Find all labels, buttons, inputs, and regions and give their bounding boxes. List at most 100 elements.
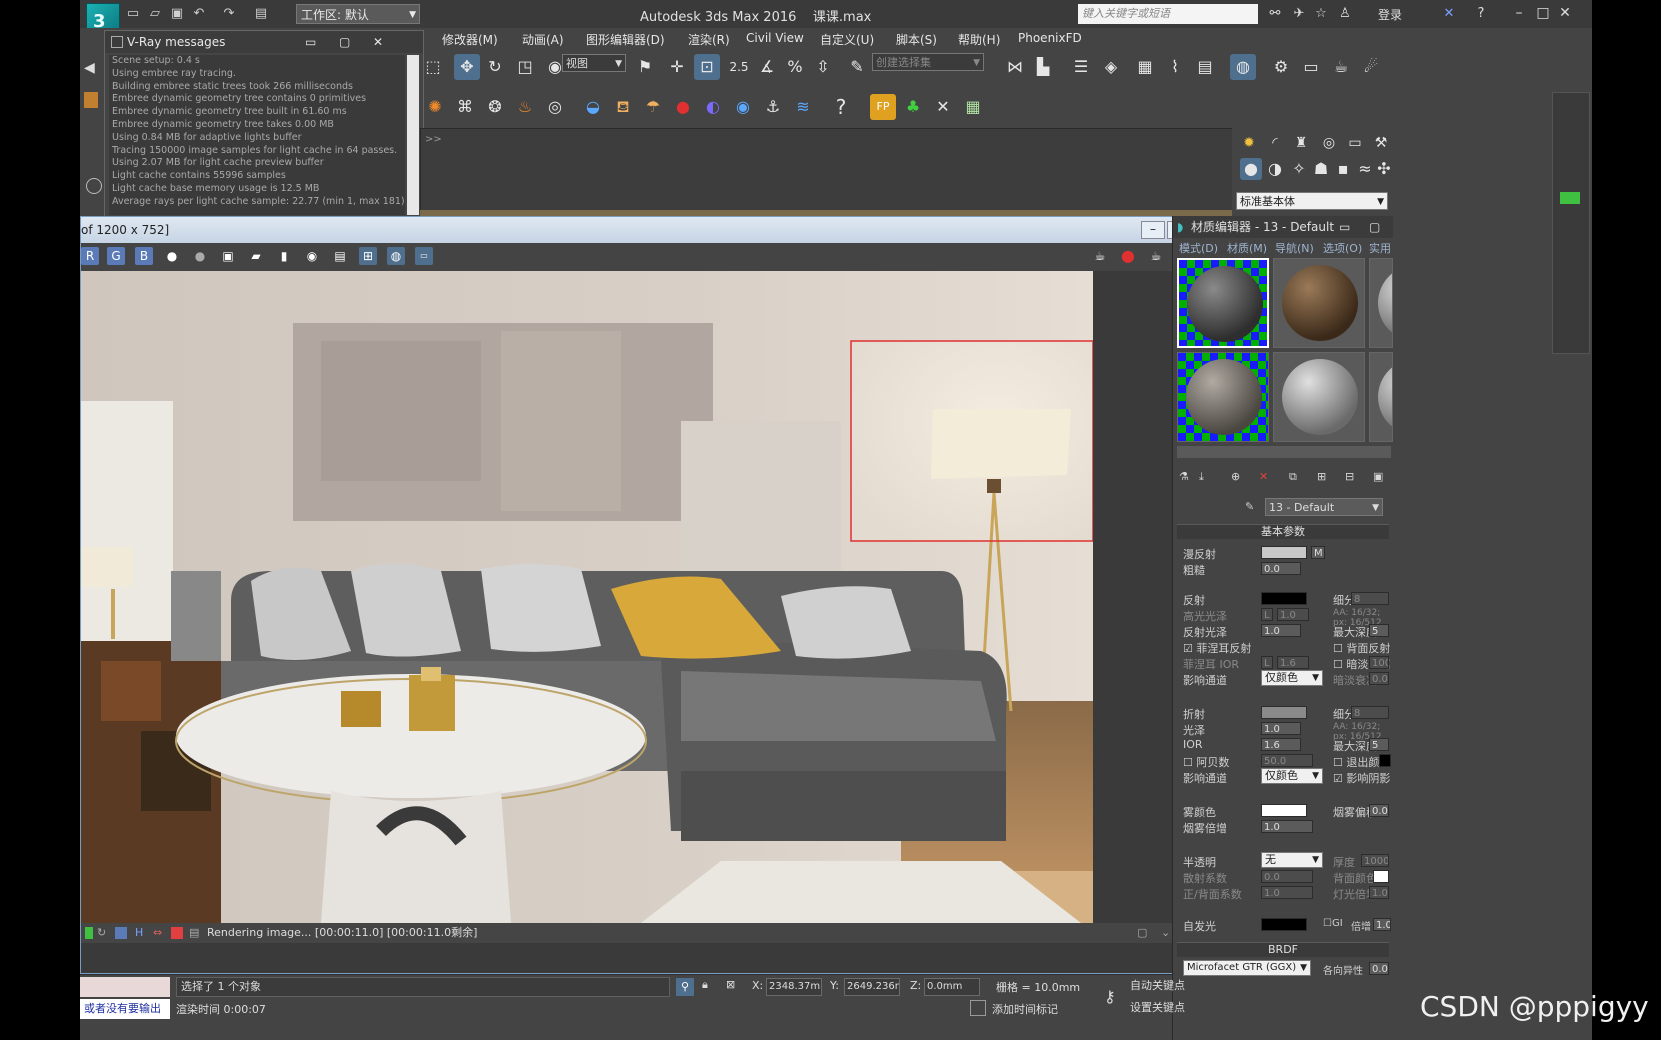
- fog-mult-field[interactable]: 1.0: [1261, 820, 1313, 833]
- brdf-type-dropdown[interactable]: Microfacet GTR (GGX) ▼: [1183, 960, 1311, 976]
- select-move-icon[interactable]: ✥: [454, 54, 480, 80]
- hierarchy-tab-icon[interactable]: ♜: [1288, 130, 1314, 156]
- menu-scripting[interactable]: 脚本(S): [896, 31, 937, 48]
- spinner-snap-icon[interactable]: ⇳: [810, 54, 836, 80]
- blue-channel-button[interactable]: B: [135, 247, 153, 265]
- menu-animation[interactable]: 动画(A): [522, 31, 564, 48]
- scatter-field[interactable]: 0.0: [1261, 870, 1313, 883]
- link-to-vfb-icon[interactable]: ◍: [387, 247, 405, 265]
- view-icon[interactable]: [115, 927, 127, 939]
- snap-toggle-icon[interactable]: 2.5: [726, 54, 752, 80]
- phoenix-fire-icon[interactable]: ✺: [422, 94, 448, 120]
- reflect-subdiv-field[interactable]: 8: [1351, 592, 1389, 605]
- material-slot[interactable]: [1369, 352, 1393, 442]
- login-link[interactable]: 登录: [1378, 6, 1402, 23]
- motion-tab-icon[interactable]: ◎: [1316, 130, 1342, 156]
- phoenix-foam-icon[interactable]: ◉: [730, 94, 756, 120]
- fresnel-lock-button[interactable]: L: [1261, 656, 1273, 669]
- redo-icon[interactable]: ↷: [220, 5, 238, 23]
- copy-material-icon[interactable]: ⧉: [1289, 470, 1297, 484]
- save-image-icon[interactable]: ▣: [219, 247, 237, 265]
- material-editor-icon[interactable]: ◍: [1230, 54, 1256, 80]
- object-category-dropdown[interactable]: 标准基本体 ▼: [1236, 192, 1388, 210]
- material-slot[interactable]: [1177, 258, 1269, 348]
- minimize-icon[interactable]: –: [1141, 221, 1165, 239]
- basic-params-header[interactable]: 基本参数: [1177, 524, 1389, 539]
- lock-selection-icon[interactable]: 🔒︎: [702, 978, 708, 992]
- table-icon[interactable]: ▦: [960, 94, 986, 120]
- refresh-icon[interactable]: ↻: [97, 923, 106, 943]
- search-input[interactable]: 键入关键字或短语: [1078, 4, 1258, 24]
- reflect-maxdepth-field[interactable]: 5: [1369, 624, 1389, 637]
- unique-icon[interactable]: ⊞: [1317, 470, 1326, 483]
- select-manipulate-icon[interactable]: ✛: [664, 54, 690, 80]
- red-channel-button[interactable]: R: [81, 247, 99, 265]
- hdr-icon[interactable]: ▭: [415, 247, 433, 265]
- menu-material[interactable]: 材质(M): [1227, 240, 1267, 256]
- close-icon[interactable]: ✕: [373, 31, 383, 53]
- edit-named-selection-icon[interactable]: ✎: [844, 54, 870, 80]
- shapes-icon[interactable]: ◑: [1264, 158, 1286, 180]
- phoenix-source-icon[interactable]: ♨: [512, 94, 538, 120]
- x-coord-field[interactable]: 2348.37mm: [766, 978, 822, 996]
- menu-navigation[interactable]: 导航(N): [1275, 240, 1314, 256]
- put-to-scene-icon[interactable]: ⤓: [1199, 470, 1204, 484]
- restore-icon[interactable]: ▢: [1369, 216, 1380, 238]
- mono-icon[interactable]: ●: [191, 247, 209, 265]
- compare-icon[interactable]: ⇔: [153, 923, 162, 943]
- workspace-dropdown[interactable]: 工作区: 默认 ▼: [296, 4, 420, 24]
- library-icon[interactable]: ⊟: [1345, 470, 1354, 483]
- mirror-icon[interactable]: ⋈: [1002, 54, 1028, 80]
- phoenix-grid-icon[interactable]: ⌘: [452, 94, 478, 120]
- helpers-icon[interactable]: ▪: [1332, 158, 1354, 180]
- help-icon[interactable]: ?: [1472, 5, 1490, 23]
- fb-coeff-field[interactable]: 1.0: [1261, 886, 1313, 899]
- project-folder-icon[interactable]: ▤: [252, 5, 270, 23]
- refract-subdiv-field[interactable]: 8: [1351, 706, 1389, 719]
- dim-distance-field[interactable]: 100.0mm: [1369, 656, 1389, 669]
- arrow-left-icon[interactable]: ◀: [84, 60, 95, 76]
- phoenix-field-icon[interactable]: ⚓: [760, 94, 786, 120]
- lights-icon[interactable]: ✧: [1288, 158, 1310, 180]
- anisotropy-field[interactable]: 0.0: [1369, 962, 1389, 975]
- light-mult-field[interactable]: 1.0: [1369, 886, 1389, 899]
- render-last-icon[interactable]: ☕: [1147, 247, 1165, 265]
- material-editor-titlebar[interactable]: ◗ 材质编辑器 - 13 - Default ▭ ▢: [1173, 216, 1393, 238]
- menu-customize[interactable]: 自定义(U): [820, 31, 874, 48]
- phoenix-vortex-icon[interactable]: ◎: [542, 94, 568, 120]
- dim-falloff-field[interactable]: 0.0: [1369, 672, 1389, 685]
- forest-icon[interactable]: ♣: [900, 94, 926, 120]
- stop-render-icon[interactable]: ⬤: [1119, 247, 1137, 265]
- render-iterative-icon[interactable]: ☄: [1358, 54, 1384, 80]
- exit-color-swatch[interactable]: [1379, 754, 1391, 767]
- slots-scrollbar[interactable]: [1177, 446, 1391, 458]
- roughness-field[interactable]: 0.0: [1261, 562, 1301, 575]
- backside-reflect-checkbox[interactable]: ☐ 背面反射: [1333, 640, 1390, 656]
- brdf-header[interactable]: BRDF: [1177, 942, 1389, 957]
- binoculars-icon[interactable]: ⚯: [1266, 5, 1284, 23]
- named-selection-dropdown[interactable]: 创建选择集 ▼: [872, 53, 984, 71]
- refract-gloss-field[interactable]: 1.0: [1261, 722, 1301, 735]
- percent-snap-icon[interactable]: %: [782, 54, 808, 80]
- render-teapot-icon[interactable]: ☕: [1091, 247, 1109, 265]
- sphere-tool-icon[interactable]: [86, 178, 102, 194]
- utilities-tab-icon[interactable]: ⚒: [1368, 130, 1394, 156]
- colors-icon[interactable]: [171, 927, 183, 939]
- phoenix-purple-icon[interactable]: ◐: [700, 94, 726, 120]
- frame-icon[interactable]: ▢: [1137, 923, 1147, 943]
- refract-maxdepth-field[interactable]: 5: [1369, 738, 1389, 751]
- phoenix-ocean-icon[interactable]: ☂: [640, 94, 666, 120]
- material-slot[interactable]: [1273, 258, 1365, 348]
- render-setup-icon[interactable]: ⚙: [1268, 54, 1294, 80]
- modify-tab-icon[interactable]: ◜: [1262, 130, 1288, 156]
- exchange-icon[interactable]: ✕: [1440, 5, 1458, 23]
- geometry-icon[interactable]: ●: [1240, 158, 1262, 180]
- fp-icon[interactable]: FP: [870, 94, 896, 120]
- reference-coord-dropdown[interactable]: 视图 ▼: [562, 54, 626, 72]
- expand-icon[interactable]: ⌄: [1161, 923, 1170, 943]
- region-render-icon[interactable]: ⊞: [359, 247, 377, 265]
- reflect-gloss-field[interactable]: 1.0: [1261, 624, 1301, 637]
- gi-checkbox[interactable]: ☐GI: [1323, 918, 1343, 929]
- help-question-icon[interactable]: ?: [828, 94, 854, 120]
- green-channel-button[interactable]: G: [107, 247, 125, 265]
